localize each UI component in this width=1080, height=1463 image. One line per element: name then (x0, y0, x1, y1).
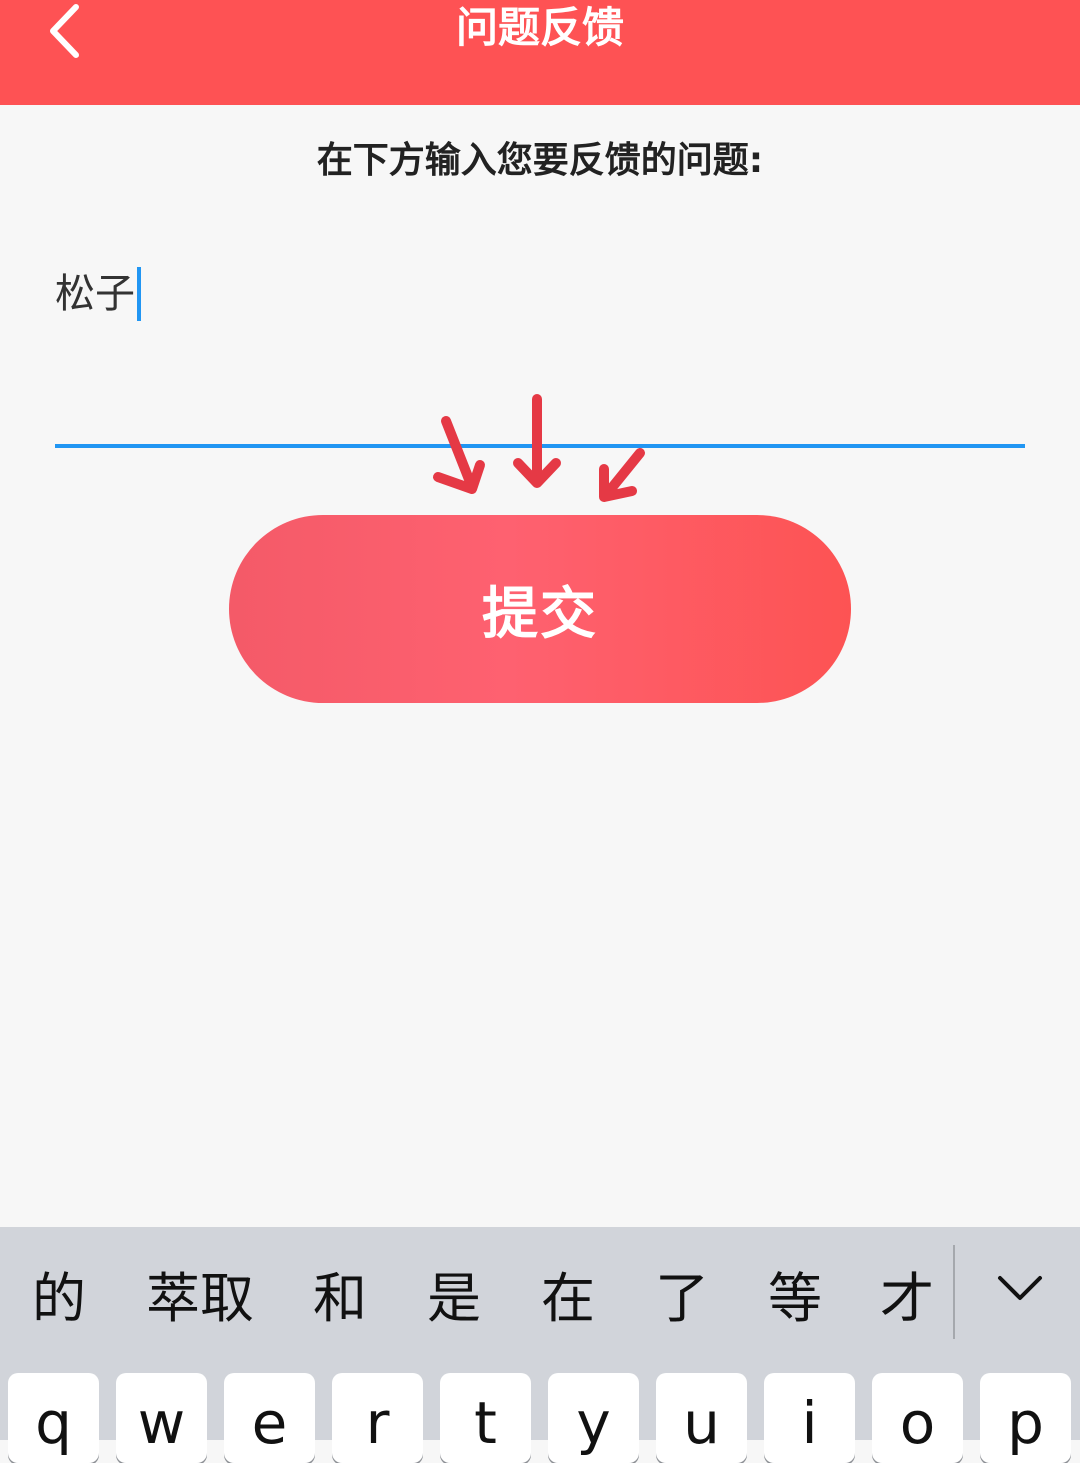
candidate-bar: 的 萃取 和 是 在 了 等 才 (0, 1227, 1080, 1372)
text-caret (137, 267, 141, 321)
key-w[interactable]: w (116, 1373, 207, 1463)
candidate-3[interactable]: 和 (313, 1267, 367, 1331)
page-title: 问题反馈 (455, 3, 624, 52)
candidate-5[interactable]: 在 (541, 1267, 595, 1331)
key-u[interactable]: u (656, 1373, 747, 1463)
collapse-keyboard-button[interactable] (985, 1257, 1055, 1317)
key-label: i (801, 1389, 818, 1457)
key-o[interactable]: o (872, 1373, 963, 1463)
key-label: q (35, 1389, 72, 1457)
submit-button-label: 提交 (482, 581, 598, 647)
candidate-7[interactable]: 等 (768, 1267, 822, 1331)
hand-drawn-arrows-icon (433, 394, 645, 502)
key-q[interactable]: q (8, 1373, 99, 1463)
key-r[interactable]: r (332, 1373, 423, 1463)
chevron-down-icon (998, 1276, 1042, 1300)
submit-button[interactable]: 提交 (229, 515, 851, 703)
key-label: r (365, 1389, 390, 1457)
key-y[interactable]: y (548, 1373, 639, 1463)
key-label: p (1007, 1389, 1044, 1457)
candidate-6[interactable]: 了 (655, 1267, 709, 1331)
soft-keyboard: 的 萃取 和 是 在 了 等 才 q w e r t y u i o p (0, 1227, 1080, 1463)
header-bar: 问题反馈 (0, 0, 1080, 105)
candidate-4[interactable]: 是 (427, 1267, 481, 1331)
key-label: y (576, 1389, 611, 1457)
candidate-2[interactable]: 萃取 (146, 1267, 254, 1331)
key-label: t (474, 1389, 497, 1457)
candidate-divider (953, 1245, 955, 1339)
feedback-prompt: 在下方输入您要反馈的问题: (316, 140, 764, 181)
key-label: e (251, 1389, 288, 1457)
key-i[interactable]: i (764, 1373, 855, 1463)
key-t[interactable]: t (440, 1373, 531, 1463)
key-label: u (683, 1389, 720, 1457)
candidate-8[interactable]: 才 (880, 1267, 934, 1331)
key-p[interactable]: p (980, 1373, 1071, 1463)
feedback-input-value-wrap: 松子 (55, 266, 141, 322)
key-label: w (137, 1389, 186, 1457)
key-label: o (899, 1389, 936, 1457)
feedback-input-value: 松子 (55, 271, 135, 317)
key-e[interactable]: e (224, 1373, 315, 1463)
candidate-1[interactable]: 的 (32, 1267, 86, 1331)
